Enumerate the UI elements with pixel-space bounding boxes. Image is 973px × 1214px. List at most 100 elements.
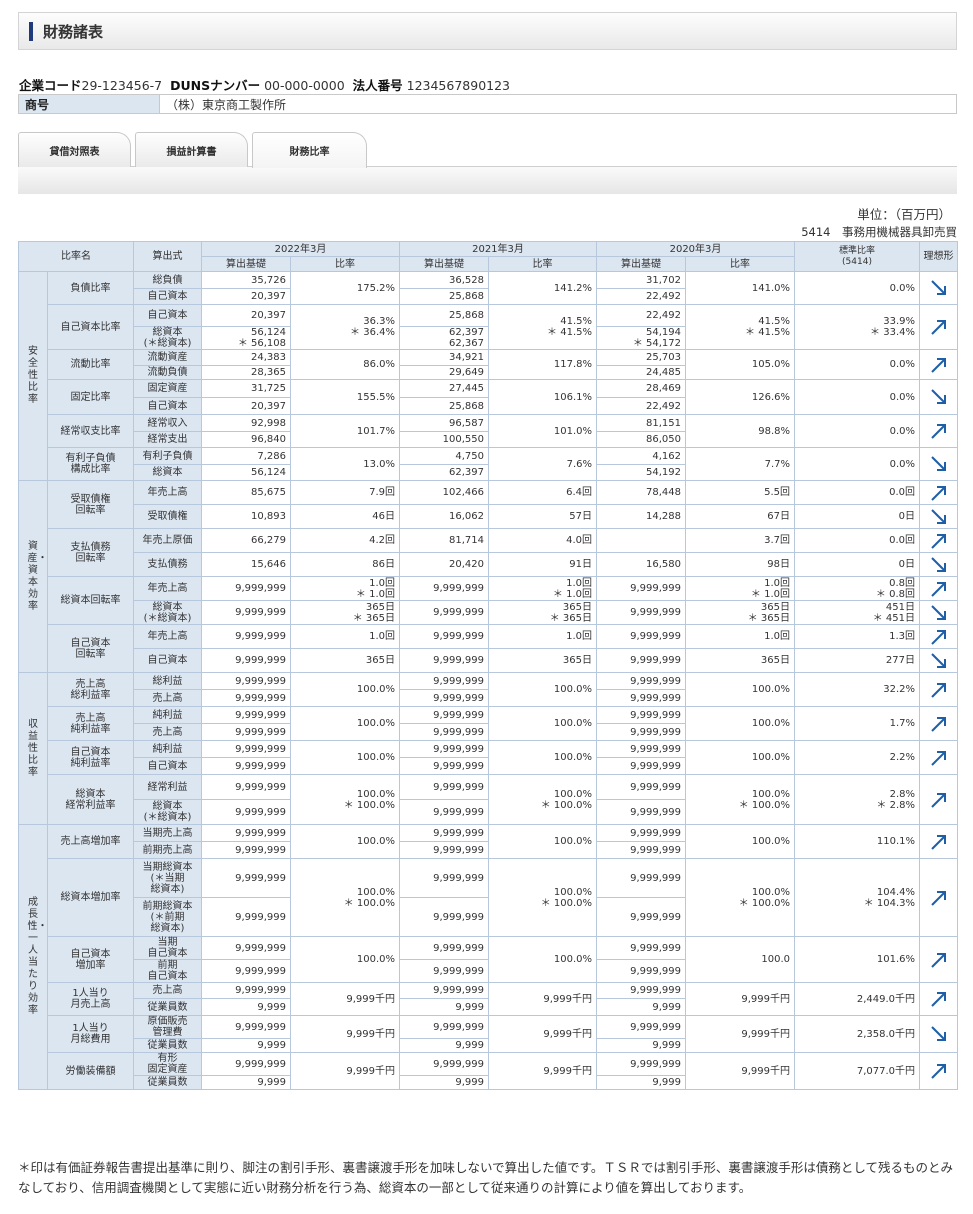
table-row: 総資本増加率 当期総資本 (＊当期 総資本) 9,999,999 100.0% ＊ 1…	[19, 858, 958, 937]
tab-balance-sheet[interactable]: 貸借対照表	[18, 132, 131, 167]
ratio-name: 有利子負債 構成比率	[47, 447, 134, 481]
ratio-value: 9,999千円	[290, 982, 400, 1016]
header-year: 2020年3月	[596, 241, 795, 257]
arrow-down-right-icon	[930, 1026, 946, 1041]
ratio-value: 100.0%	[290, 936, 400, 983]
ratio-value: 365日	[685, 648, 795, 673]
formula-label: 年売上原価	[133, 528, 202, 553]
base-value: 31,725	[201, 379, 291, 398]
base-value: 7,286	[201, 447, 291, 465]
ratio-value: 1.0回 ＊ 1.0回	[685, 576, 795, 601]
formula-label: 有利子負債	[133, 447, 202, 465]
formula-label: 受取債権	[133, 504, 202, 529]
ratio-name: 1人当り 月売上高	[47, 982, 134, 1016]
ratio-value: 117.8%	[488, 349, 597, 380]
table-row: 成長性・一人当たり効率 売上高増加率 当期売上高 9,999,999 100.0% 9,9…	[18, 824, 958, 1090]
corp-number-label: 法人番号	[352, 78, 403, 93]
base-value: 14,288	[596, 504, 686, 529]
base-value: 24,485	[596, 365, 686, 380]
arrow-down-right-icon	[930, 556, 946, 572]
ratio-value: 57日	[488, 504, 597, 529]
ratio-value: 100.0%	[488, 706, 597, 741]
arrow-up-right-icon	[930, 533, 946, 549]
ratio-value: 9,999千円	[685, 982, 795, 1016]
base-value: 9,999,999	[201, 648, 291, 673]
base-value: 9,999,999	[201, 600, 291, 625]
base-value: 9,999,999	[399, 824, 489, 842]
ideal-trend-cell	[919, 1052, 958, 1090]
base-value: 9,999,999	[201, 706, 291, 724]
formula-label: 流動資産	[133, 349, 202, 366]
arrow-up-right-icon	[930, 952, 946, 968]
ratio-name: 売上高増加率	[47, 824, 134, 859]
base-value: 9,999,999	[596, 576, 686, 601]
ratio-value: 9,999千円	[290, 1015, 400, 1053]
ratio-value: 4.2回	[290, 528, 400, 553]
ideal-trend-cell	[919, 504, 958, 529]
ratio-value: 365日 ＊ 365日	[685, 600, 795, 625]
base-value: 9,999,999	[201, 824, 291, 842]
duns-label: DUNSナンバー	[170, 78, 261, 93]
formula-label: 当期売上高	[133, 824, 202, 842]
base-value: 9,999	[201, 1038, 291, 1053]
base-value: 9,999,999	[596, 706, 686, 724]
ratio-value: 1.0回 ＊ 1.0回	[290, 576, 400, 601]
ratio-name: 売上高 総利益率	[47, 672, 134, 707]
section-label-cell: 成長性・一人当たり効率	[18, 824, 48, 1090]
base-value: 9,999,999	[399, 858, 489, 898]
base-value: 96,587	[399, 414, 489, 432]
base-value: 9,999,999	[399, 774, 489, 800]
title-accent-bar	[29, 22, 33, 41]
arrow-up-right-icon	[930, 750, 946, 766]
tab-income-statement[interactable]: 損益計算書	[135, 132, 248, 167]
base-value: 9,999,999	[201, 774, 291, 800]
formula-label: 総資本 (＊総資本)	[133, 799, 202, 825]
base-value: 9,999,999	[399, 648, 489, 673]
ideal-trend-cell	[919, 858, 958, 937]
base-value: 9,999,999	[399, 1015, 489, 1039]
table-row: 受取債権 10,893 46日 16,062 57日 14,288 67日 0日	[19, 504, 958, 529]
ratio-value: 141.2%	[488, 271, 597, 305]
base-value: 9,999,999	[201, 982, 291, 999]
ratio-value: 98.8%	[685, 414, 795, 448]
ratio-name: 労働装備額	[47, 1052, 134, 1090]
tab-financial-ratios[interactable]: 財務比率	[252, 132, 367, 168]
base-value: 96,840	[201, 431, 291, 448]
ratio-value: 41.5% ＊ 41.5%	[488, 304, 597, 350]
standard-ratio-value: 0.0回	[794, 480, 920, 505]
base-value: 62,397	[399, 464, 489, 481]
ratio-value: 100.0%	[290, 672, 400, 707]
base-value: 28,365	[201, 365, 291, 380]
ratio-value: 365日	[290, 648, 400, 673]
formula-label: 売上高	[133, 689, 202, 707]
base-value: 16,062	[399, 504, 489, 529]
base-value: 9,999	[201, 998, 291, 1016]
table-row: 自己資本比率 自己資本 20,397 36.3% ＊ 36.4% 25,868 41.5%…	[19, 304, 958, 350]
formula-label: 支払債務	[133, 552, 202, 577]
section-label-cell: 収益性比率	[18, 672, 48, 825]
standard-ratio-value: 104.4% ＊ 104.3%	[794, 858, 920, 937]
header-year: 2022年3月	[201, 241, 400, 257]
ratio-value: 46日	[290, 504, 400, 529]
table-row: 総資本 (＊総資本) 9,999,999 365日 ＊ 365日 9,999,999 3…	[19, 600, 958, 625]
ratio-table: 比率名 算出式 2022年3月 2021年3月 2020年3月 標準比率 (54…	[18, 241, 958, 1090]
base-value: 9,999,999	[201, 576, 291, 601]
ratio-name: 受取債権 回転率	[47, 480, 134, 529]
ratio-value: 9,999千円	[488, 1015, 597, 1053]
base-value: 35,726	[201, 271, 291, 289]
formula-label: 従業員数	[133, 1038, 202, 1053]
base-value: 9,999,999	[201, 959, 291, 983]
base-value: 20,397	[201, 288, 291, 305]
ratio-value: 7.9回	[290, 480, 400, 505]
base-value: 56,124	[201, 464, 291, 481]
section-label: 安全性比率	[28, 346, 38, 405]
ideal-trend-cell	[919, 624, 958, 649]
unit-label: 単位：（百万円）	[857, 207, 951, 222]
ratio-value: 101.7%	[290, 414, 400, 448]
base-value: 9,999,999	[399, 600, 489, 625]
standard-ratio-value: 2,358.0千円	[794, 1015, 920, 1053]
standard-ratio-value: 33.9% ＊ 33.4%	[794, 304, 920, 350]
arrow-down-right-icon	[930, 389, 946, 404]
ratio-name: 総資本 経常利益率	[47, 774, 134, 825]
ratio-name: 自己資本 純利益率	[47, 740, 134, 775]
